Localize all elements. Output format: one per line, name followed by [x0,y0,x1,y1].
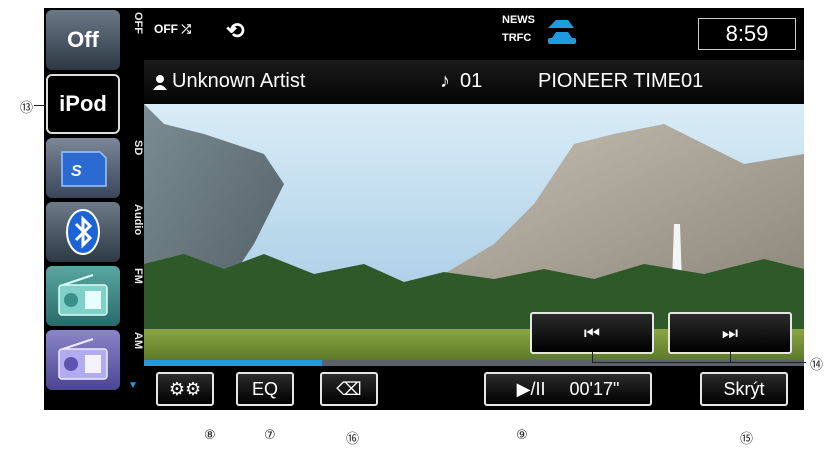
traffic-car-icon [548,20,576,44]
sd-tile[interactable]: S [46,138,120,198]
callout-settings: ⑧ [204,428,216,443]
callout-line [592,352,593,362]
bluetooth-tile[interactable] [46,202,120,262]
head-unit-screen: Off OFF iPod S SD Audio FM AM ▼ OFF ⤮ ⟲ … [44,8,804,410]
album-artwork: ⏮ ⏭ [144,104,804,360]
repeat-icon[interactable]: ⟲ [226,18,244,44]
audio-side-label: Audio [132,204,144,236]
callout-line [592,362,806,363]
scroll-down-icon[interactable]: ▼ [128,380,138,391]
music-note-icon: ♪ [440,70,450,92]
back-icon: ⌫ [336,378,362,399]
source-fm[interactable]: FM [44,264,144,328]
fm-tile[interactable] [46,266,120,326]
source-off[interactable]: Off OFF [44,8,144,72]
artist-name: Unknown Artist [172,70,306,92]
am-tile[interactable] [46,330,120,390]
callout-back: ⑯ [346,432,360,447]
sd-side-label: SD [132,140,144,156]
play-pause-label: ▶/II [516,378,546,399]
back-button[interactable]: ⌫ [320,372,378,406]
track-number: 01 [460,70,483,92]
track-title: PIONEER TIME01 [538,70,704,92]
clock: 8:59 [698,18,796,50]
track-info-bar: Unknown Artist ♪ 01 PIONEER TIME01 [144,60,804,104]
hide-label: Skrýt [723,378,765,399]
callout-line [34,105,46,106]
off-side-label: OFF [132,12,144,34]
shuffle-status[interactable]: OFF ⤮ [154,22,191,37]
radio-icon [58,274,108,316]
hide-button[interactable]: Skrýt [700,372,788,406]
callout-skip: ⑭ [810,358,824,373]
callout-eq: ⑦ [264,428,276,443]
elapsed-time: 00'17" [569,378,620,399]
ipod-tile[interactable]: iPod [46,74,120,134]
bluetooth-icon [66,209,100,255]
next-track-button[interactable]: ⏭ [668,312,792,354]
callout-source: ⑬ [20,101,34,116]
gear-icon: ⚙⚙ [168,378,202,399]
off-tile[interactable]: Off [46,10,120,70]
play-pause-button[interactable]: ▶/II 00'17" [484,372,652,406]
previous-icon: ⏮ [583,322,601,343]
radio-icon [58,338,108,380]
source-am[interactable]: AM ▼ [44,328,144,392]
shuffle-label: OFF [154,22,178,36]
eq-label: EQ [251,378,278,399]
source-ipod[interactable]: iPod [44,72,144,136]
source-column: Off OFF iPod S SD Audio FM AM ▼ [44,8,144,410]
settings-button[interactable]: ⚙⚙ [156,372,214,406]
callout-hide: ⑮ [740,432,754,447]
news-label: NEWS [502,14,535,26]
news-traffic-indicator: NEWS TRFC [502,14,584,52]
svg-text:S: S [71,163,82,180]
previous-track-button[interactable]: ⏮ [530,312,654,354]
next-icon: ⏭ [721,322,739,343]
trfc-label: TRFC [502,32,532,44]
callout-play: ⑨ [516,428,528,443]
artist-icon [153,75,167,90]
sd-card-icon: S [61,151,107,187]
control-bar: ⚙⚙ EQ ⌫ ▶/II 00'17" Skrýt [144,366,804,410]
shuffle-icon: ⤮ [181,22,191,36]
source-sd[interactable]: S SD [44,136,144,200]
fm-side-label: FM [132,268,144,284]
callout-line [730,352,731,362]
source-bluetooth-audio[interactable]: Audio [44,200,144,264]
eq-button[interactable]: EQ [236,372,294,406]
status-bar: OFF ⤮ ⟲ NEWS TRFC 8:59 [144,8,804,60]
